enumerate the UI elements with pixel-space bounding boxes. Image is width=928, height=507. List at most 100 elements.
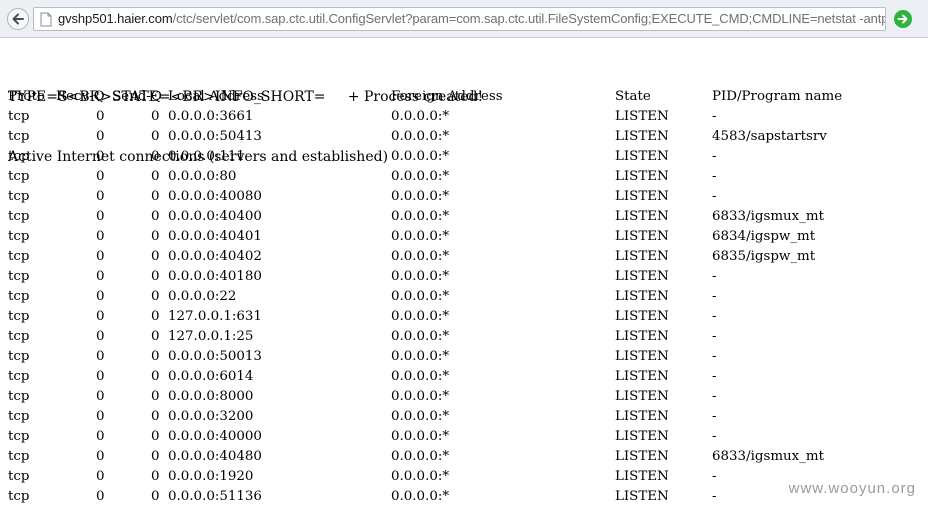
- cell-proto: tcp: [8, 367, 29, 387]
- column-local-address: Local Address: [168, 87, 264, 107]
- cell-pid-program: -: [712, 407, 717, 427]
- cell-proto: tcp: [8, 107, 29, 127]
- cell-pid-program: -: [712, 327, 717, 347]
- cell-local-address: 127.0.0.1:631: [168, 307, 262, 327]
- cell-recvq: 0: [96, 167, 105, 187]
- cell-local-address: 0.0.0.0:8000: [168, 387, 253, 407]
- cell-proto: tcp: [8, 407, 29, 427]
- cell-proto: tcp: [8, 347, 29, 367]
- cell-sendq: 0: [151, 347, 160, 367]
- cell-sendq: 0: [151, 187, 160, 207]
- cell-local-address: 0.0.0.0:40401: [168, 227, 262, 247]
- cell-recvq: 0: [96, 287, 105, 307]
- column-proto: Proto: [8, 87, 45, 107]
- cell-sendq: 0: [151, 487, 160, 507]
- cell-proto: tcp: [8, 467, 29, 487]
- cell-proto: tcp: [8, 147, 29, 167]
- column-foreign-address: Foreign Address: [391, 87, 503, 107]
- cell-state: LISTEN: [615, 407, 669, 427]
- cell-local-address: 0.0.0.0:22: [168, 287, 236, 307]
- cell-state: LISTEN: [615, 347, 669, 367]
- address-bar[interactable]: gvshp501.haier.com/ctc/servlet/com.sap.c…: [33, 7, 886, 31]
- cell-recvq: 0: [96, 447, 105, 467]
- browser-toolbar: gvshp501.haier.com/ctc/servlet/com.sap.c…: [0, 0, 928, 38]
- cell-pid-program: -: [712, 487, 717, 507]
- cell-recvq: 0: [96, 267, 105, 287]
- cell-foreign-address: 0.0.0.0:*: [391, 147, 449, 167]
- cell-proto: tcp: [8, 207, 29, 227]
- page-icon: [39, 12, 53, 31]
- cell-recvq: 0: [96, 367, 105, 387]
- table-row: tcp000.0.0.0:500130.0.0.0:*LISTEN-: [8, 347, 908, 367]
- cell-local-address: 0.0.0.0:50013: [168, 347, 262, 367]
- table-header: Proto Recv-Q Send-Q Local Address Foreig…: [8, 87, 908, 107]
- back-arrow-icon: [11, 12, 25, 26]
- cell-pid-program: 6833/igsmux_mt: [712, 207, 824, 227]
- cell-local-address: 0.0.0.0:3661: [168, 107, 253, 127]
- cell-local-address: 0.0.0.0:50413: [168, 127, 262, 147]
- cell-recvq: 0: [96, 427, 105, 447]
- cell-recvq: 0: [96, 227, 105, 247]
- cell-recvq: 0: [96, 147, 105, 167]
- cell-local-address: 0.0.0.0:40180: [168, 267, 262, 287]
- cell-local-address: 0.0.0.0:40400: [168, 207, 262, 227]
- cell-sendq: 0: [151, 287, 160, 307]
- cell-state: LISTEN: [615, 107, 669, 127]
- netstat-table: Proto Recv-Q Send-Q Local Address Foreig…: [8, 87, 908, 507]
- cell-pid-program: -: [712, 387, 717, 407]
- cell-state: LISTEN: [615, 367, 669, 387]
- column-sendq: Send-Q: [112, 87, 162, 107]
- cell-sendq: 0: [151, 467, 160, 487]
- cell-foreign-address: 0.0.0.0:*: [391, 247, 449, 267]
- cell-sendq: 0: [151, 147, 160, 167]
- cell-sendq: 0: [151, 107, 160, 127]
- table-row: tcp000.0.0.0:60140.0.0.0:*LISTEN-: [8, 367, 908, 387]
- cell-proto: tcp: [8, 127, 29, 147]
- cell-proto: tcp: [8, 227, 29, 247]
- cell-foreign-address: 0.0.0.0:*: [391, 127, 449, 147]
- cell-foreign-address: 0.0.0.0:*: [391, 387, 449, 407]
- url-host: gvshp501.haier.com: [58, 11, 173, 26]
- cell-state: LISTEN: [615, 307, 669, 327]
- cell-state: LISTEN: [615, 247, 669, 267]
- cell-recvq: 0: [96, 487, 105, 507]
- cell-foreign-address: 0.0.0.0:*: [391, 467, 449, 487]
- back-button[interactable]: [7, 8, 29, 30]
- cell-pid-program: -: [712, 287, 717, 307]
- cell-foreign-address: 0.0.0.0:*: [391, 287, 449, 307]
- go-arrow-icon: [897, 13, 909, 25]
- table-row: tcp00127.0.0.1:250.0.0.0:*LISTEN-: [8, 327, 908, 347]
- cell-pid-program: -: [712, 307, 717, 327]
- cell-recvq: 0: [96, 247, 105, 267]
- cell-sendq: 0: [151, 167, 160, 187]
- cell-local-address: 0.0.0.0:40480: [168, 447, 262, 467]
- cell-pid-program: -: [712, 427, 717, 447]
- cell-foreign-address: 0.0.0.0:*: [391, 427, 449, 447]
- column-pid-program: PID/Program name: [712, 87, 842, 107]
- table-row: tcp000.0.0.0:511360.0.0.0:*LISTEN-: [8, 487, 908, 507]
- cell-recvq: 0: [96, 407, 105, 427]
- cell-state: LISTEN: [615, 167, 669, 187]
- cell-recvq: 0: [96, 467, 105, 487]
- table-row: tcp000.0.0.0:401800.0.0.0:*LISTEN-: [8, 267, 908, 287]
- cell-sendq: 0: [151, 367, 160, 387]
- url-path: /ctc/servlet/com.sap.ctc.util.ConfigServ…: [173, 11, 886, 26]
- cell-pid-program: -: [712, 167, 717, 187]
- cell-pid-program: 6835/igspw_mt: [712, 247, 815, 267]
- cell-state: LISTEN: [615, 267, 669, 287]
- cell-foreign-address: 0.0.0.0:*: [391, 307, 449, 327]
- cell-proto: tcp: [8, 447, 29, 467]
- cell-local-address: 127.0.0.1:25: [168, 327, 253, 347]
- cell-pid-program: 6833/igsmux_mt: [712, 447, 824, 467]
- cell-proto: tcp: [8, 487, 29, 507]
- cell-foreign-address: 0.0.0.0:*: [391, 207, 449, 227]
- table-row: tcp000.0.0.0:19200.0.0.0:*LISTEN-: [8, 467, 908, 487]
- table-row: tcp000.0.0.0:1110.0.0.0:*LISTEN-: [8, 147, 908, 167]
- cell-state: LISTEN: [615, 447, 669, 467]
- cell-recvq: 0: [96, 387, 105, 407]
- cell-state: LISTEN: [615, 427, 669, 447]
- cell-foreign-address: 0.0.0.0:*: [391, 347, 449, 367]
- cell-state: LISTEN: [615, 467, 669, 487]
- cell-pid-program: -: [712, 187, 717, 207]
- go-button[interactable]: [894, 10, 912, 28]
